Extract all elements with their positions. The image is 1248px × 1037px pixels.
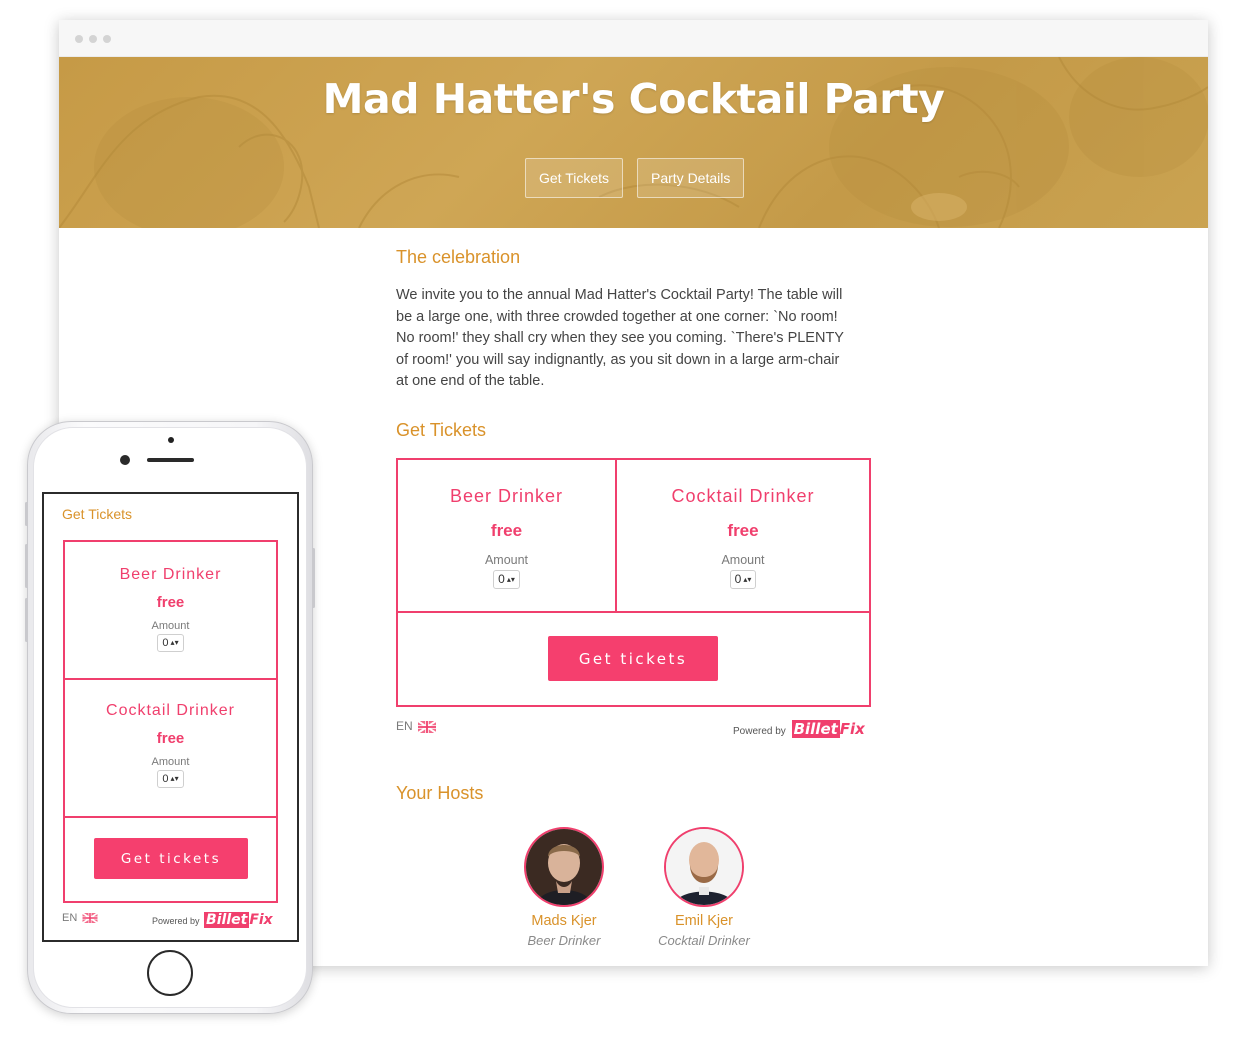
phone-screen: Get Tickets Beer Drinker free Amount 0 ▴▾… <box>42 492 299 942</box>
avatar <box>664 827 744 907</box>
ticket-price: free <box>490 521 523 540</box>
uk-flag-icon <box>82 913 99 924</box>
phone-front-sensor-icon <box>120 455 130 465</box>
get-tickets-button[interactable]: Get tickets <box>548 636 718 681</box>
powered-by-label: Powered by <box>152 916 200 926</box>
ticket-price: free <box>156 594 185 611</box>
ticket-option-beer: Beer Drinker free Amount 0 ▴▾ <box>398 460 617 612</box>
text-line: at one end of the table. <box>396 373 545 389</box>
stepper-arrows-icon: ▴▾ <box>170 774 179 784</box>
ticket-name: Cocktail Drinker <box>671 486 815 506</box>
brand-part: Billet <box>204 912 250 928</box>
ticket-widget: Beer Drinker free Amount 0 ▴▾ Cocktail Dr… <box>63 540 278 903</box>
amount-stepper[interactable]: 0 ▴▾ <box>157 770 184 789</box>
ticket-name: Beer Drinker <box>449 486 564 506</box>
amount-label: Amount <box>484 553 529 567</box>
ticket-option-cocktail: Cocktail Drinker free Amount 0 ▴▾ <box>617 460 869 612</box>
phone-side-button <box>312 548 315 608</box>
text-line: No room!' they shall cry when they see y… <box>396 330 844 346</box>
host-card: Mads Kjer Beer Drinker <box>499 827 629 948</box>
hosts-heading: Your Hosts <box>396 783 484 803</box>
get-tickets-nav-button[interactable]: Get Tickets <box>525 158 624 198</box>
amount-value: 0 <box>498 572 505 586</box>
browser-chrome <box>59 20 1208 57</box>
amount-value: 0 <box>734 572 742 586</box>
event-title: Mad Hatter's Cocktail Party <box>322 75 945 123</box>
amount-stepper-wrap: 0 ▴▾ <box>617 570 869 589</box>
host-card: Emil Kjer Cocktail Drinker <box>639 827 769 948</box>
text-line: We invite you to the annual Mad Hatter's… <box>396 287 843 303</box>
hero-banner: Mad Hatter's Cocktail Party Get Tickets … <box>59 57 1208 228</box>
uk-flag-icon <box>418 720 437 733</box>
widget-divider <box>65 816 276 818</box>
phone-side-button <box>25 544 28 588</box>
text-line: of room!' you will say indignantly, as y… <box>396 351 840 368</box>
ticket-name: Beer Drinker <box>119 566 222 583</box>
brand-part: Fix <box>249 912 273 928</box>
language-code: EN <box>62 912 78 924</box>
amount-stepper-wrap: 0 ▴▾ <box>65 633 276 653</box>
amount-label: Amount <box>721 553 765 567</box>
amount-stepper[interactable]: 0 ▴▾ <box>493 570 520 589</box>
billetfix-logo[interactable]: Billet Fix <box>791 720 865 738</box>
ticket-price: free <box>727 521 759 540</box>
language-selector[interactable]: EN <box>396 719 437 733</box>
powered-by-label: Powered by <box>733 726 786 737</box>
amount-stepper[interactable]: 0 ▴▾ <box>729 570 757 589</box>
party-details-nav-button[interactable]: Party Details <box>637 158 745 198</box>
phone-home-button[interactable] <box>147 950 193 996</box>
stepper-arrows-icon: ▴▾ <box>743 574 752 584</box>
host-name: Emil Kjer <box>674 913 733 929</box>
amount-stepper-wrap: 0 ▴▾ <box>65 769 276 789</box>
get-tickets-button[interactable]: Get tickets <box>94 838 248 879</box>
host-name: Mads Kjer <box>531 913 597 929</box>
host-role: Beer Drinker <box>527 933 601 948</box>
text-line: be a large one, with three crowded toget… <box>396 308 838 325</box>
ticket-name: Cocktail Drinker <box>106 702 235 719</box>
celebration-section: The celebration We invite you to the ann… <box>396 247 876 393</box>
tickets-heading: Get Tickets <box>396 420 487 440</box>
ticket-option-beer: Beer Drinker free Amount 0 ▴▾ <box>65 542 276 678</box>
phone-side-button <box>25 598 28 642</box>
window-dot <box>75 35 83 43</box>
host-role: Cocktail Drinker <box>658 933 750 948</box>
ticket-price: free <box>156 730 185 747</box>
window-dot <box>103 35 111 43</box>
stepper-arrows-icon: ▴▾ <box>170 638 179 648</box>
celebration-text: We invite you to the annual Mad Hatter's… <box>396 285 876 393</box>
amount-stepper[interactable]: 0 ▴▾ <box>157 634 184 653</box>
tickets-heading: Get Tickets <box>62 506 133 522</box>
brand-part: Billet <box>791 720 840 738</box>
language-code: EN <box>396 719 413 733</box>
powered-by: Powered by Billet Fix <box>152 912 273 928</box>
phone-camera-icon <box>168 437 174 443</box>
language-selector[interactable]: EN <box>62 912 99 924</box>
host-photo <box>666 829 742 905</box>
ticket-widget: Beer Drinker free Amount 0 ▴▾ Cocktail Dr… <box>396 458 871 707</box>
amount-value: 0 <box>162 637 169 649</box>
avatar <box>524 827 604 907</box>
billetfix-logo[interactable]: Billet Fix <box>204 912 273 928</box>
widget-divider <box>398 611 869 613</box>
brand-part: Fix <box>839 720 865 738</box>
ticket-option-cocktail: Cocktail Drinker free Amount 0 ▴▾ <box>65 680 276 816</box>
amount-value: 0 <box>162 773 169 785</box>
host-photo <box>526 829 602 905</box>
powered-by: Powered by Billet Fix <box>733 720 865 738</box>
window-dot <box>89 35 97 43</box>
phone-speaker-icon <box>147 458 194 462</box>
phone-side-button <box>25 502 28 526</box>
amount-label: Amount <box>151 756 190 768</box>
stepper-arrows-icon: ▴▾ <box>506 574 515 584</box>
celebration-heading: The celebration <box>396 247 521 267</box>
amount-label: Amount <box>151 620 190 632</box>
amount-stepper-wrap: 0 ▴▾ <box>398 570 615 589</box>
